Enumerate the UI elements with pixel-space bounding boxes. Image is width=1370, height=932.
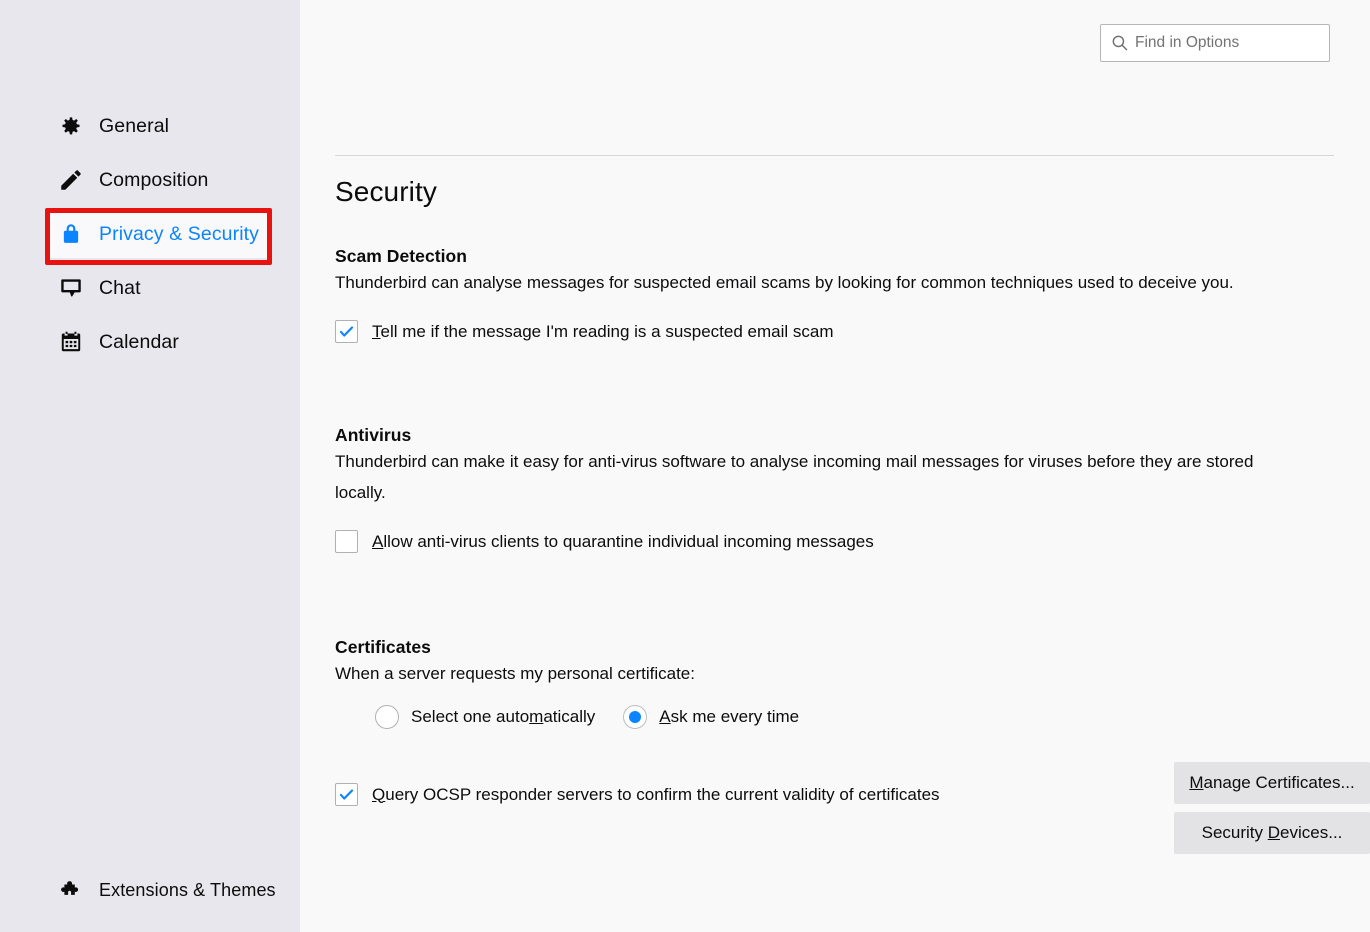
- label-after: evices...: [1280, 823, 1343, 842]
- radio-select-one-automatically[interactable]: [375, 705, 399, 729]
- sidebar-item-label: Calendar: [99, 330, 179, 353]
- sidebar-item-chat[interactable]: Chat: [45, 264, 272, 312]
- checkmark-icon: [339, 789, 354, 800]
- pencil-icon: [55, 164, 87, 196]
- ocsp-checkbox[interactable]: [335, 783, 358, 806]
- chat-bubble-icon: [55, 272, 87, 304]
- sidebar-item-label: Privacy & Security: [99, 222, 260, 245]
- scam-detection-description: Thunderbird can analyse messages for sus…: [335, 273, 1234, 292]
- sidebar-item-privacy[interactable]: Privacy & Security: [45, 210, 272, 258]
- radio-select-one-automatically-label: Select one automatically: [411, 707, 595, 727]
- calendar-icon: [55, 326, 87, 358]
- sidebar-footer-label: Extensions & Themes: [99, 879, 276, 900]
- page-title: Security: [335, 176, 437, 207]
- label-before: Security: [1201, 823, 1268, 842]
- antivirus-description: Thunderbird can make it easy for anti-vi…: [335, 452, 1254, 502]
- accesskey-letter: M: [1189, 773, 1204, 792]
- radio-dot: [629, 711, 642, 723]
- accesskey-letter: A: [659, 707, 671, 726]
- manage-certificates-button[interactable]: Manage Certificates...: [1174, 762, 1370, 804]
- accesskey-letter: Q: [372, 784, 386, 804]
- puzzle-piece-icon: [55, 874, 87, 906]
- certificate-buttons: Manage Certificates... Security Devices.…: [1174, 762, 1370, 854]
- search-input[interactable]: [1135, 31, 1320, 55]
- find-in-options: [1100, 24, 1330, 62]
- label-before: Select one auto: [411, 707, 530, 726]
- section-antivirus: Antivirus Thunderbird can make it easy f…: [335, 425, 1370, 553]
- antivirus-title: Antivirus: [335, 425, 412, 445]
- label-after: anage Certificates...: [1203, 773, 1355, 792]
- sidebar-item-general[interactable]: General: [45, 102, 272, 150]
- section-certificates: Certificates When a server requests my p…: [335, 637, 1370, 729]
- section-scam-detection: Scam Detection Thunderbird can analyse m…: [335, 246, 1370, 343]
- certificates-title: Certificates: [335, 637, 431, 657]
- sidebar-item-label: Chat: [99, 276, 141, 299]
- sidebar-nav-list: General Composition Privacy & Security C…: [0, 96, 300, 372]
- scam-detection-checkbox-label: Tell me if the message I'm reading is a …: [372, 322, 834, 342]
- label-rest: uery OCSP responder servers to confirm t…: [385, 784, 940, 804]
- radio-ask-me-every-time[interactable]: [623, 705, 648, 729]
- options-window: General Composition Privacy & Security C…: [0, 0, 1370, 932]
- sidebar-item-composition[interactable]: Composition: [45, 156, 272, 204]
- main-content: Security Scam Detection Thunderbird can …: [300, 0, 1370, 932]
- security-devices-button[interactable]: Security Devices...: [1174, 812, 1370, 854]
- label-after: atically: [543, 707, 596, 726]
- search-icon: [1111, 34, 1129, 52]
- antivirus-checkbox-row[interactable]: Allow anti-virus clients to quarantine i…: [335, 530, 1370, 553]
- radio-ask-me-every-time-label: Ask me every time: [659, 707, 799, 727]
- ocsp-row: Query OCSP responder servers to confirm …: [335, 762, 1370, 854]
- certificates-description: When a server requests my personal certi…: [335, 664, 695, 683]
- sidebar-item-label: General: [99, 114, 170, 137]
- label-rest: ell me if the message I'm reading is a s…: [380, 321, 834, 341]
- header-divider: [335, 155, 1334, 156]
- sidebar: General Composition Privacy & Security C…: [0, 0, 300, 932]
- search-box[interactable]: [1100, 24, 1330, 62]
- label-rest: llow anti-virus clients to quarantine in…: [383, 531, 874, 551]
- antivirus-checkbox[interactable]: [335, 530, 358, 553]
- ocsp-checkbox-label: Query OCSP responder servers to confirm …: [372, 785, 940, 805]
- label-after: sk me every time: [670, 707, 800, 726]
- sidebar-footer: Extensions & Themes: [0, 866, 300, 914]
- lock-icon: [55, 218, 87, 250]
- certificate-selection-radio-group: Select one automatically Ask me every ti…: [335, 705, 1370, 729]
- sidebar-item-label: Composition: [99, 168, 209, 191]
- accesskey-letter: D: [1267, 823, 1281, 842]
- security-pane: Security Scam Detection Thunderbird can …: [335, 172, 1370, 854]
- scam-detection-checkbox-row[interactable]: Tell me if the message I'm reading is a …: [335, 320, 1370, 343]
- checkmark-icon: [339, 326, 354, 337]
- gear-icon: [55, 110, 87, 142]
- accesskey-letter: A: [372, 531, 384, 551]
- sidebar-item-calendar[interactable]: Calendar: [45, 318, 272, 366]
- scam-detection-title: Scam Detection: [335, 246, 467, 266]
- scam-detection-checkbox[interactable]: [335, 320, 358, 343]
- accesskey-letter: m: [529, 707, 544, 726]
- accesskey-letter: T: [372, 321, 381, 341]
- antivirus-checkbox-label: Allow anti-virus clients to quarantine i…: [372, 532, 874, 552]
- sidebar-item-extensions-themes[interactable]: Extensions & Themes: [45, 866, 276, 914]
